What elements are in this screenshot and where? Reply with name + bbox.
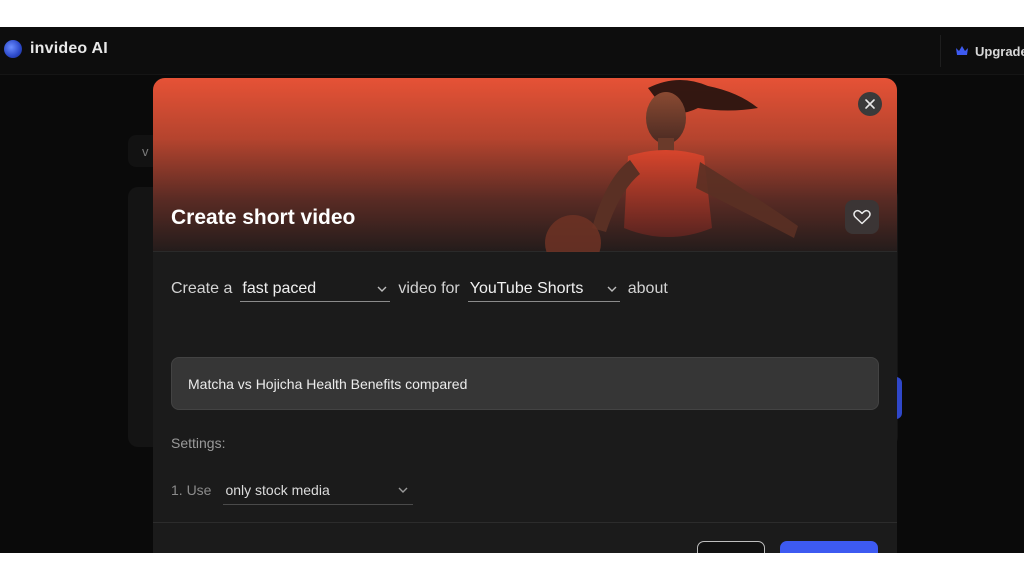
background-chip-text: v [142,144,149,159]
invideo-logo-icon [4,40,22,58]
platform-dropdown[interactable]: YouTube Shorts [467,276,620,302]
prompt-middle: video for [398,280,460,297]
brand-logo[interactable]: invideo AI [4,40,108,58]
back-button[interactable]: Back [697,541,765,553]
platform-value: YouTube Shorts [469,279,584,297]
topic-input[interactable]: Matcha vs Hojicha Health Benefits compar… [171,357,879,410]
media-value: only stock media [225,481,330,498]
close-icon [865,99,875,109]
modal-hero-banner: Create short video [153,78,897,252]
create-video-modal: Create short video Create a fast paced v [153,78,897,553]
continue-button[interactable]: Continue [780,541,878,553]
heart-icon [853,209,871,225]
close-button[interactable] [858,92,882,116]
top-bar: invideo AI Upgrade [0,27,1024,75]
use-label: 1. Use [171,482,212,498]
upgrade-button[interactable]: Upgrade [940,35,1024,67]
settings-label: Settings: [171,435,226,451]
chevron-down-icon [377,286,387,292]
prompt-suffix: about [627,280,668,297]
upgrade-label: Upgrade [975,43,1024,59]
chevron-down-icon [398,487,408,493]
pace-value: fast paced [242,279,317,297]
favorite-button[interactable] [845,200,879,234]
topic-value: Matcha vs Hojicha Health Benefits compar… [188,375,468,392]
modal-title: Create short video [171,206,356,229]
pace-dropdown[interactable]: fast paced [240,276,391,302]
chevron-down-icon [607,286,617,292]
app-screen: invideo AI Upgrade v Create short video … [0,27,1024,553]
media-dropdown[interactable]: only stock media [223,475,414,505]
brand-name: invideo AI [30,40,108,57]
crown-icon [956,46,968,55]
footer-divider [153,522,897,523]
prompt-sentence: Create a fast paced video for YouTube Sh… [171,276,668,302]
prompt-prefix: Create a [171,280,233,297]
basketball-player-image [545,79,798,252]
media-setting-row: 1. Use only stock media [171,475,414,505]
